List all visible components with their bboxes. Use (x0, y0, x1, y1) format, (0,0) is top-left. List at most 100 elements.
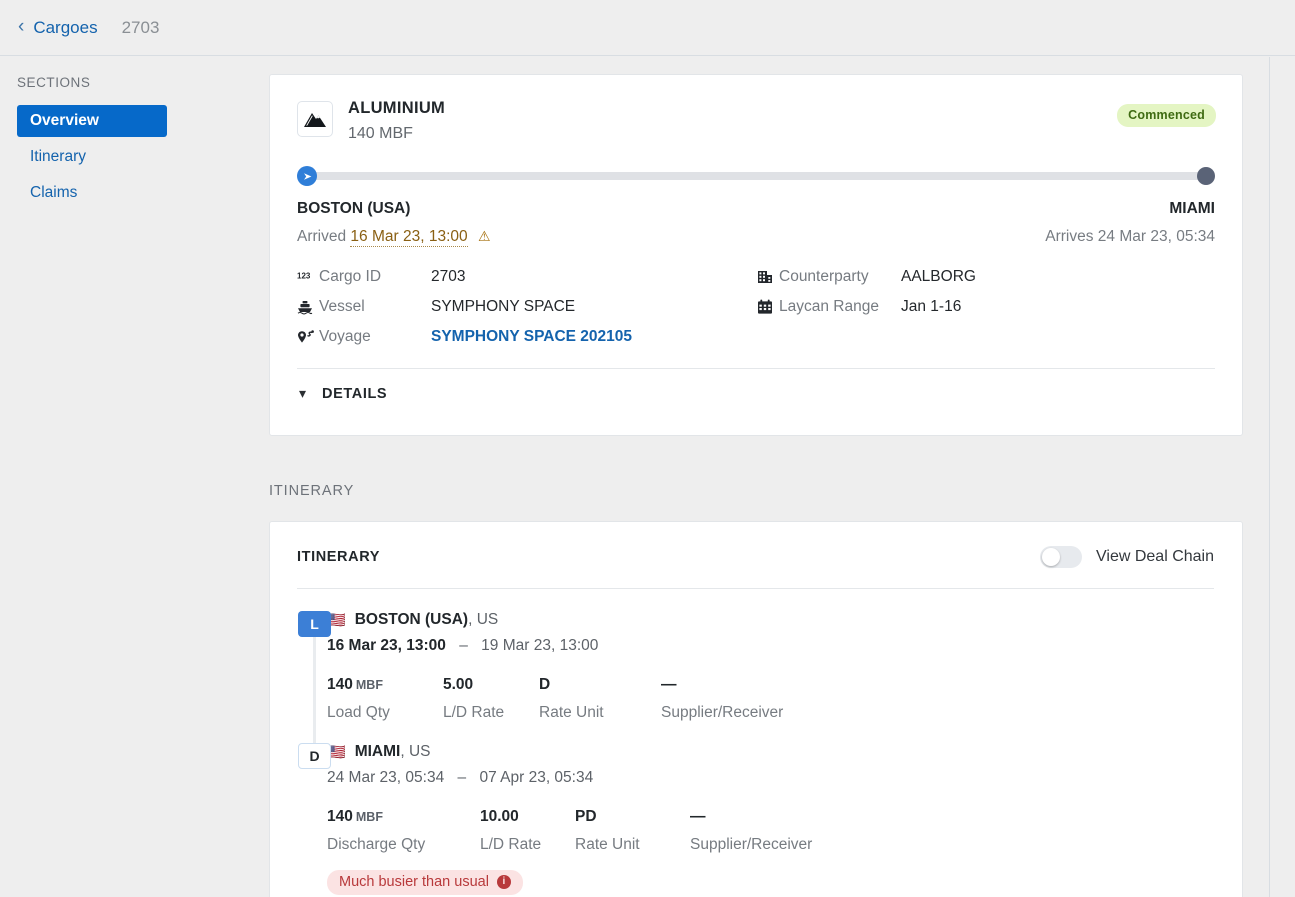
itinerary-divider (297, 588, 1214, 589)
details-expander[interactable]: ▾ DETAILS (270, 369, 1242, 402)
metric-unit: MBF (355, 810, 383, 824)
metric-unit: MBF (355, 678, 383, 692)
leg-port-line: 🇺🇸 MIAMI , US (327, 743, 1242, 761)
metric-value: — (661, 676, 677, 693)
ports-row: BOSTON (USA) Arrived 16 Mar 23, 13:00 ⚠ … (270, 186, 1242, 247)
metric-ld-rate: 5.00 L/D Rate (443, 676, 539, 722)
sidebar-item-overview[interactable]: Overview (17, 105, 167, 137)
metric-value: 140 MBF (327, 808, 480, 826)
status-badge: Commenced (1117, 104, 1216, 127)
leg-date-from: 24 Mar 23, 05:34 (327, 769, 445, 786)
metric-label: Supplier/Receiver (661, 704, 784, 721)
sidebar-item-label: Overview (30, 112, 99, 129)
metric-discharge-qty: 140 MBF Discharge Qty (327, 808, 480, 854)
metric-label: Rate Unit (539, 704, 604, 721)
metric-label: Discharge Qty (327, 836, 426, 853)
origin-event-label: Arrived (297, 228, 347, 245)
metric-supplier-receiver: — Supplier/Receiver (661, 676, 783, 722)
leg-date-dash: – (459, 637, 468, 654)
congestion-badge[interactable]: Much busier than usual i (327, 870, 523, 895)
commodity-name: ALUMINIUM (348, 99, 446, 117)
metric-value: — (690, 808, 706, 825)
origin-block: BOSTON (USA) Arrived 16 Mar 23, 13:00 ⚠ (297, 200, 491, 247)
ship-icon (297, 300, 319, 315)
metric-load-qty: 140 MBF Load Qty (327, 676, 443, 722)
metric-label: L/D Rate (443, 704, 505, 721)
content-right-divider (1269, 57, 1270, 897)
congestion-badge-label: Much busier than usual (339, 874, 489, 890)
progress-track (307, 172, 1205, 180)
detail-value-link[interactable]: SYMPHONY SPACE 202105 (431, 328, 632, 346)
leg-dates: 16 Mar 23, 13:00 – 19 Mar 23, 13:00 (327, 637, 1242, 655)
origin-event-time[interactable]: 16 Mar 23, 13:00 (350, 228, 468, 247)
app-root: ‹ Cargoes 2703 SECTIONS Overview Itinera… (0, 0, 1295, 897)
leg-port-line: 🇺🇸 BOSTON (USA) , US (327, 611, 1242, 629)
metric-number: 140 (327, 808, 353, 825)
metric-number: 140 (327, 676, 353, 693)
commodity-quantity: 140 MBF (348, 125, 413, 142)
itinerary-title: ITINERARY (297, 549, 381, 565)
sidebar-item-label: Itinerary (30, 148, 86, 165)
svg-text:123: 123 (297, 271, 311, 280)
chevron-left-icon[interactable]: ‹ (18, 17, 24, 36)
metric-label: Load Qty (327, 704, 390, 721)
metric-rate-unit: D Rate Unit (539, 676, 661, 722)
detail-label: Voyage (319, 328, 371, 345)
view-deal-chain-toggle[interactable] (1040, 546, 1082, 568)
metric-value: D (539, 676, 551, 693)
breadcrumb-current: 2703 (121, 17, 160, 37)
itinerary-header: ITINERARY View Deal Chain (270, 522, 1242, 568)
origin-port-name: BOSTON (USA) (297, 200, 411, 217)
commodity-titles: ALUMINIUM 140 MBF (348, 99, 445, 143)
detail-value: 2703 (431, 268, 466, 285)
leg-date-to: 07 Apr 23, 05:34 (479, 769, 594, 786)
building-icon (757, 269, 779, 285)
detail-row-vessel: Vessel SYMPHONY SPACE (297, 296, 757, 318)
mountain-icon (297, 101, 333, 137)
detail-value: SYMPHONY SPACE (431, 298, 576, 315)
voyage-progress-bar (297, 166, 1215, 186)
metric-value: 140 MBF (327, 676, 443, 694)
play-arrow-icon (297, 166, 317, 186)
metric-value: PD (575, 808, 597, 825)
details-grid: 123 Cargo ID 2703 Vessel SYMPHONY SPACE … (270, 246, 1242, 348)
itinerary-leg-discharge: D 🇺🇸 MIAMI , US 24 Mar 23, 05:34 – 07 Ap… (270, 743, 1242, 895)
details-column-left: 123 Cargo ID 2703 Vessel SYMPHONY SPACE … (297, 266, 757, 348)
deal-chain-control: View Deal Chain (1040, 546, 1214, 568)
overview-card: ALUMINIUM 140 MBF Commenced BOSTON (USA)… (269, 74, 1243, 436)
destination-port-name: MIAMI (1169, 200, 1215, 217)
sidebar: SECTIONS Overview Itinerary Claims (0, 57, 268, 897)
leg-badge-discharge: D (298, 743, 331, 769)
detail-row-cargo-id: 123 Cargo ID 2703 (297, 266, 757, 288)
overview-header: ALUMINIUM 140 MBF Commenced (270, 75, 1242, 143)
info-icon[interactable]: i (496, 875, 511, 889)
detail-value: Jan 1-16 (901, 298, 962, 315)
metric-label: Supplier/Receiver (690, 836, 813, 853)
destination-event-time: 24 Mar 23, 05:34 (1097, 228, 1215, 245)
view-deal-chain-label: View Deal Chain (1096, 548, 1214, 565)
toggle-knob (1042, 548, 1060, 566)
leg-metrics: 140 MBF Load Qty 5.00 L/D Rate D Rate Uni… (327, 676, 1242, 722)
origin-event: Arrived 16 Mar 23, 13:00 ⚠ (297, 228, 491, 247)
leg-badge-load: L (298, 611, 331, 637)
number-123-icon: 123 (297, 271, 319, 284)
leg-port-name: MIAMI (354, 743, 401, 760)
calendar-icon (757, 299, 779, 315)
leg-country: , US (400, 743, 431, 760)
detail-row-counterparty: Counterparty AALBORG (757, 266, 976, 288)
end-dot-icon (1197, 167, 1215, 185)
metric-value: 10.00 (480, 808, 519, 825)
itinerary-section-title: ITINERARY (269, 483, 355, 499)
sidebar-heading: SECTIONS (17, 75, 91, 90)
breadcrumb-parent-link[interactable]: Cargoes (33, 18, 97, 38)
leg-date-dash: – (457, 769, 467, 786)
warning-triangle-icon[interactable]: ⚠ (478, 228, 491, 244)
detail-row-laycan-range: Laycan Range Jan 1-16 (757, 296, 976, 318)
metric-rate-unit: PD Rate Unit (575, 808, 690, 854)
metric-supplier-receiver: — Supplier/Receiver (690, 808, 812, 854)
sidebar-item-itinerary[interactable]: Itinerary (17, 141, 167, 173)
metric-label: Rate Unit (575, 836, 640, 853)
sidebar-item-claims[interactable]: Claims (17, 177, 167, 209)
detail-label: Vessel (319, 298, 365, 315)
detail-label: Laycan Range (779, 298, 879, 315)
